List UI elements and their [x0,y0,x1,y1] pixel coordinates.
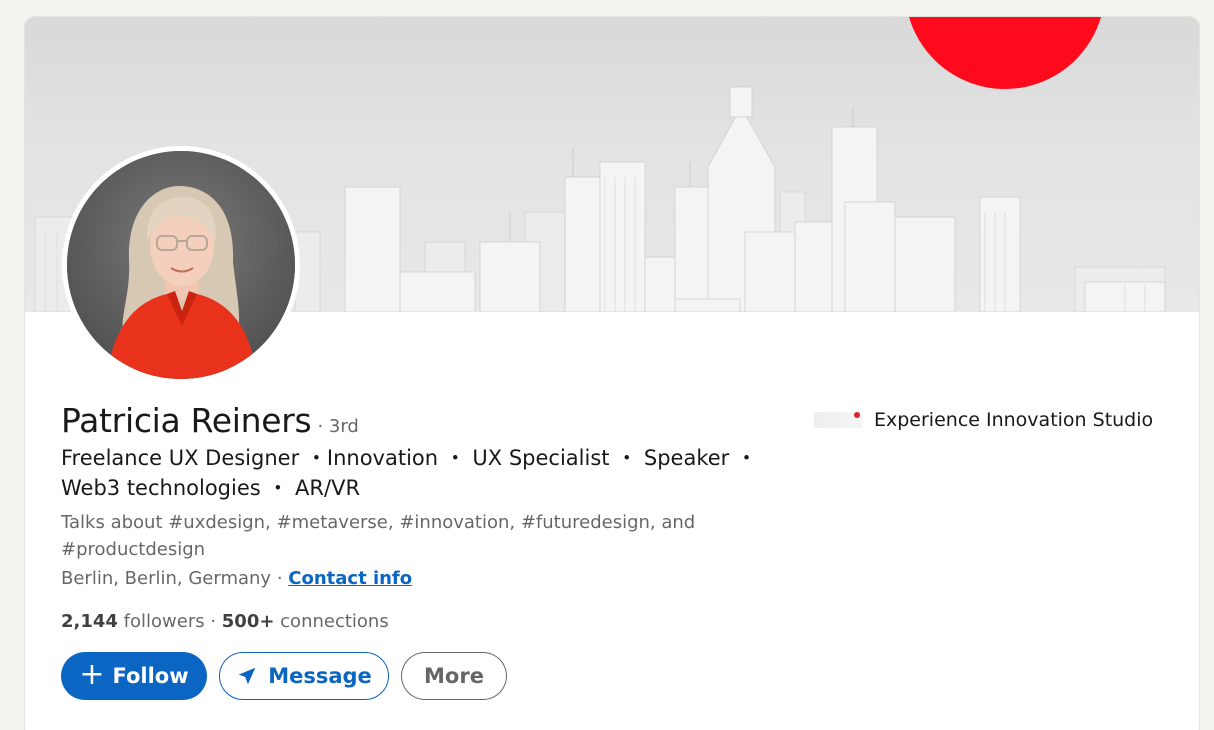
more-button[interactable]: More [401,652,507,700]
follow-button[interactable]: + Follow [61,652,207,700]
company-name: Experience Innovation Studio [874,409,1154,431]
current-company[interactable]: Experience Innovation Studio [814,409,1153,431]
stats-separator: · [210,611,222,632]
contact-info-link[interactable]: Contact info [288,568,412,589]
avatar [67,151,295,379]
more-label: More [424,664,484,688]
talks-about: Talks about #uxdesign, #metaverse, #inno… [61,512,696,560]
send-icon [238,667,256,685]
follow-label: Follow [112,664,189,688]
followers-count: 2,144 [61,611,118,632]
followers-label: followers [117,611,211,632]
network-stats: 2,144 followers · 500+ connections [61,611,389,632]
location-separator: · [271,568,289,589]
profile-headline: Freelance UX Designer ・Innovation ・ UX S… [61,446,757,500]
connections-count: 500+ [221,611,275,632]
message-button[interactable]: Message [219,652,389,700]
profile-card: Patricia Reiners · 3rd Freelance UX Desi… [25,17,1199,730]
profile-name: Patricia Reiners [61,401,312,440]
name-row: Patricia Reiners · 3rd [61,401,359,440]
plus-icon: + [79,656,105,692]
company-logo-icon [814,412,862,428]
profile-photo[interactable] [62,146,300,384]
location-text: Berlin, Berlin, Germany [61,568,272,589]
sun-shape [909,17,1101,89]
portrait-illustration [67,151,295,379]
connection-degree: · 3rd [317,416,359,437]
connections-label: connections [274,611,389,632]
location-row: Berlin, Berlin, Germany · Contact info [61,568,412,589]
message-label: Message [268,664,372,688]
profile-actions: + Follow Message More [61,652,507,700]
